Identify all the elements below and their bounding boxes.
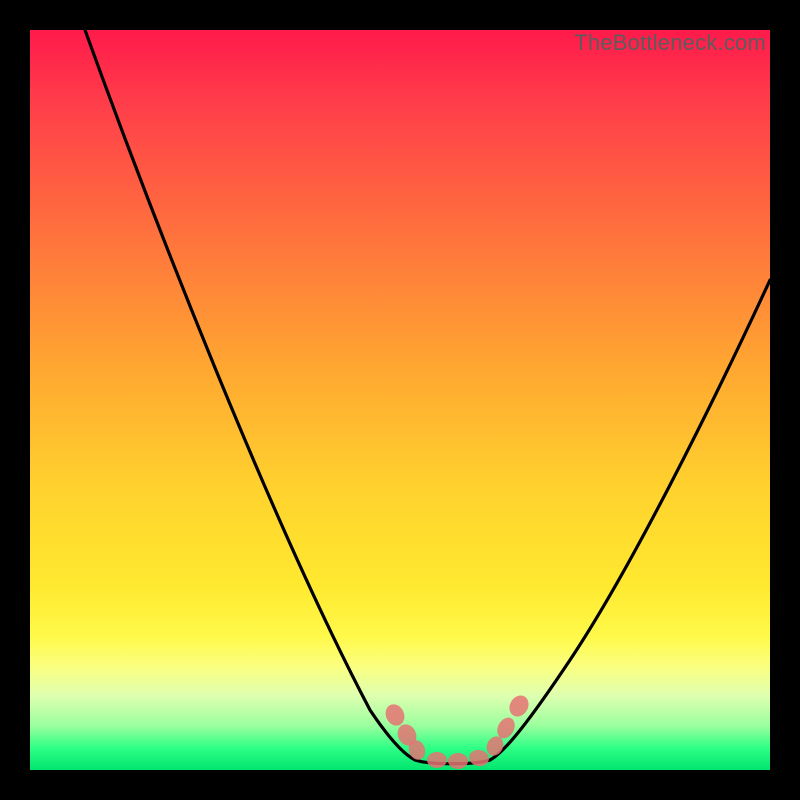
- chart-plot-area: [30, 30, 770, 770]
- marker: [506, 692, 533, 720]
- marker: [448, 753, 468, 769]
- bottleneck-curve: [30, 30, 770, 770]
- right-curve: [490, 280, 770, 760]
- marker: [427, 752, 447, 768]
- marker-group: [382, 692, 532, 769]
- left-curve: [85, 30, 415, 760]
- watermark-text: TheBottleneck.com: [574, 30, 766, 56]
